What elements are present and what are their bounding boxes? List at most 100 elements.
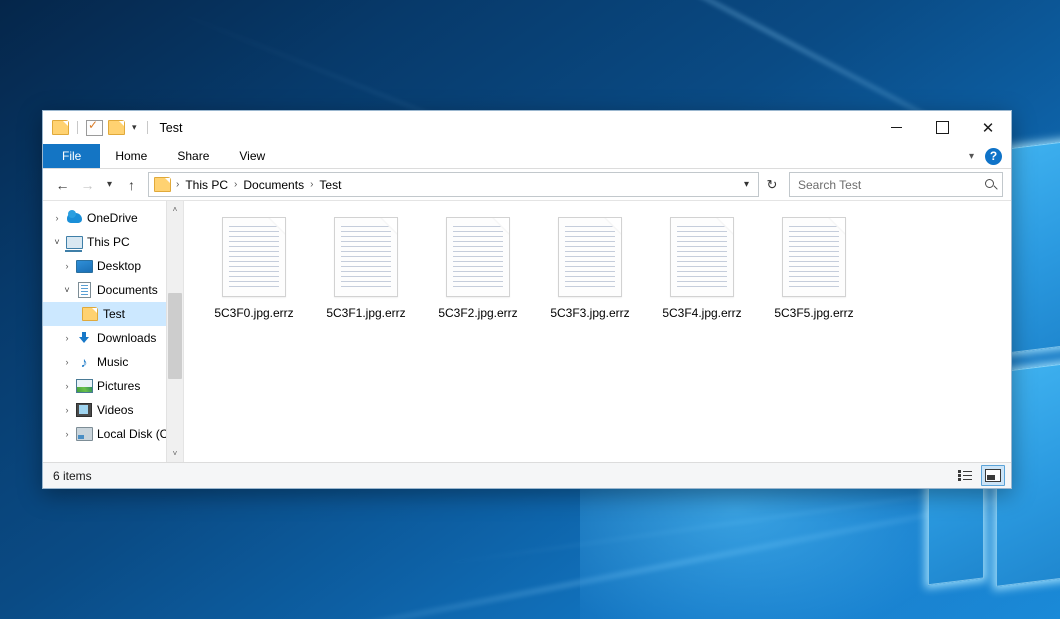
generic-document-icon [782,217,846,297]
file-name: 5C3F3.jpg.errz [550,306,629,320]
sidebar-item-label: Music [97,355,128,369]
navigation-pane-scrollbar[interactable]: ˄ ˅ [166,201,183,462]
toolbar-divider [147,121,148,134]
file-list-view[interactable]: 5C3F0.jpg.errz 5C3F1.jpg.errz 5C3F2.jpg.… [183,201,1011,462]
expander-chevron-right-icon[interactable]: › [59,262,75,271]
new-folder-icon[interactable] [108,120,125,135]
search-icon [984,178,998,192]
help-button[interactable]: ? [985,148,1002,165]
expander-chevron-right-icon[interactable]: › [59,382,75,391]
music-icon: ♪ [75,355,93,369]
back-button[interactable]: ← [51,173,74,196]
tab-home[interactable]: Home [100,144,162,168]
address-dropdown-chevron-down-icon[interactable]: ▾ [737,174,756,195]
expander-chevron-right-icon[interactable]: › [59,406,75,415]
file-item[interactable]: 5C3F2.jpg.errz [422,213,534,335]
window-title: Test [160,121,183,135]
breadcrumb-item-documents[interactable]: Documents [239,176,308,194]
sidebar-item-onedrive[interactable]: › OneDrive [43,206,183,230]
sidebar-item-label: OneDrive [87,211,138,225]
sidebar-item-music[interactable]: › ♪ Music [43,350,183,374]
breadcrumb-separator: › [174,179,181,190]
videos-icon [75,403,93,417]
expander-chevron-right-icon[interactable]: › [59,430,75,439]
sidebar-item-videos[interactable]: › Videos [43,398,183,422]
file-item[interactable]: 5C3F5.jpg.errz [758,213,870,335]
disk-icon [75,427,93,441]
up-button[interactable]: ↑ [120,173,143,196]
breadcrumb-folder-icon [154,177,171,192]
file-name: 5C3F5.jpg.errz [774,306,853,320]
sidebar-item-this-pc[interactable]: ˅ This PC [43,230,183,254]
expander-chevron-right-icon[interactable]: › [59,358,75,367]
navigation-pane: › OneDrive ˅ This PC › Desktop ˅ [43,201,183,462]
explorer-body: › OneDrive ˅ This PC › Desktop ˅ [43,201,1011,462]
breadcrumb-separator: › [232,179,239,190]
forward-button[interactable]: → [76,173,99,196]
tab-view[interactable]: View [224,144,280,168]
search-placeholder: Search Test [798,178,984,192]
generic-document-icon [334,217,398,297]
desktop-background: ▾ Test ✕ File Home Share View ▾ ? ← → [0,0,1060,619]
generic-document-icon [222,217,286,297]
file-explorer-window: ▾ Test ✕ File Home Share View ▾ ? ← → [42,110,1012,489]
sidebar-item-label: Downloads [97,331,156,345]
sidebar-item-pictures[interactable]: › Pictures [43,374,183,398]
expander-chevron-right-icon[interactable]: › [49,214,65,223]
expander-chevron-down-icon[interactable]: ˅ [59,286,75,295]
file-item[interactable]: 5C3F0.jpg.errz [198,213,310,335]
details-view-button[interactable] [953,465,977,486]
documents-icon [75,282,93,298]
expander-chevron-right-icon[interactable]: › [59,334,75,343]
address-bar: ← → ▾ ↑ › This PC › Documents › Test ▾ ↻… [43,169,1011,201]
ribbon-tab-bar: File Home Share View ▾ ? [43,144,1011,169]
breadcrumb[interactable]: › This PC › Documents › Test ▾ [148,172,759,197]
title-bar: ▾ Test ✕ [43,111,1011,144]
expand-ribbon-chevron-down-icon[interactable]: ▾ [965,151,978,162]
tab-file[interactable]: File [43,144,100,168]
status-bar: 6 items [43,462,1011,488]
sidebar-item-test[interactable]: Test [43,302,183,326]
generic-document-icon [670,217,734,297]
expander-chevron-down-icon[interactable]: ˅ [49,238,65,247]
maximize-button[interactable] [919,111,965,144]
file-item[interactable]: 5C3F1.jpg.errz [310,213,422,335]
refresh-button[interactable]: ↻ [761,173,783,196]
folder-icon[interactable] [52,120,69,135]
search-input[interactable]: Search Test [789,172,1003,197]
close-button[interactable]: ✕ [965,111,1011,144]
sidebar-item-documents[interactable]: ˅ Documents [43,278,183,302]
desktop-icon [75,260,93,273]
ribbon-right-controls: ▾ ? [965,144,1011,168]
this-pc-icon [65,236,83,249]
properties-icon[interactable] [86,120,103,136]
generic-document-icon [558,217,622,297]
scroll-down-arrow-icon[interactable]: ˅ [167,445,183,462]
file-name: 5C3F1.jpg.errz [326,306,405,320]
recent-locations-chevron-down-icon[interactable]: ▾ [101,173,118,196]
sidebar-item-downloads[interactable]: › Downloads [43,326,183,350]
scroll-up-arrow-icon[interactable]: ˄ [167,201,183,218]
scrollbar-track[interactable] [167,218,183,445]
tab-share[interactable]: Share [162,144,224,168]
sidebar-item-label: Test [103,307,125,321]
file-item[interactable]: 5C3F3.jpg.errz [534,213,646,335]
sidebar-item-local-disk-c[interactable]: › Local Disk (C:) [43,422,183,446]
sidebar-item-label: Videos [97,403,133,417]
breadcrumb-item-test[interactable]: Test [315,176,345,194]
view-mode-buttons [953,465,1005,486]
sidebar-item-label: Desktop [97,259,141,273]
quick-access-toolbar: ▾ [43,120,151,136]
large-icons-view-button[interactable] [981,465,1005,486]
minimize-button[interactable] [873,111,919,144]
scrollbar-thumb[interactable] [168,293,182,379]
sidebar-item-label: Documents [97,283,158,297]
file-item[interactable]: 5C3F4.jpg.errz [646,213,758,335]
sidebar-item-desktop[interactable]: › Desktop [43,254,183,278]
chevron-down-icon[interactable]: ▾ [130,123,139,132]
folder-icon [81,307,99,321]
sidebar-item-label: Pictures [97,379,140,393]
breadcrumb-item-this-pc[interactable]: This PC [181,176,232,194]
pictures-icon [75,379,93,393]
onedrive-icon [65,213,83,223]
